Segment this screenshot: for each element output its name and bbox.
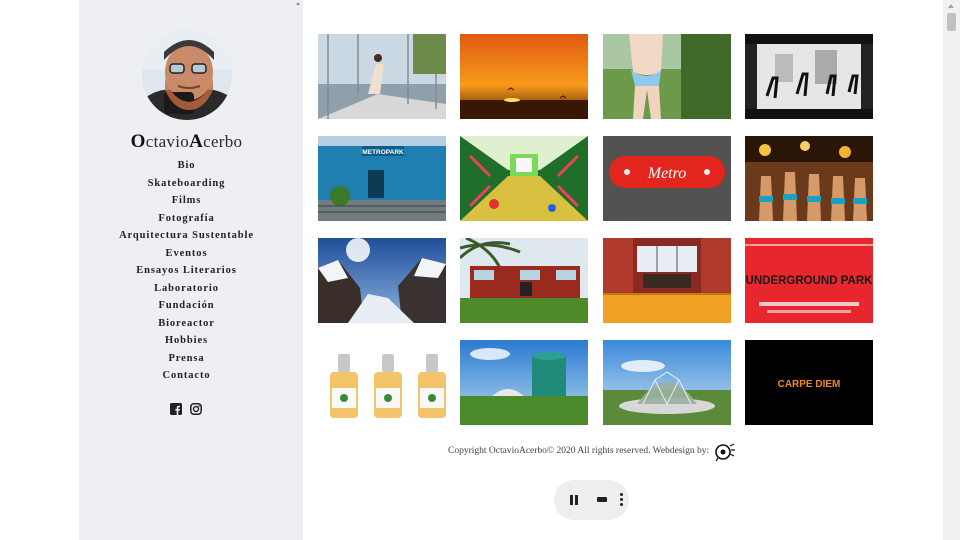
nav-films[interactable]: Films <box>79 192 294 210</box>
nav-bio[interactable]: Bio <box>79 157 294 175</box>
nav-bioreactor[interactable]: Bioreactor <box>79 315 294 333</box>
avatar <box>142 30 232 120</box>
nav-ensayos-literarios[interactable]: Ensayos Literarios <box>79 262 294 280</box>
nav-skateboarding[interactable]: Skateboarding <box>79 175 294 193</box>
instagram-icon[interactable] <box>190 403 202 415</box>
gallery-item-container-interior[interactable] <box>603 238 731 323</box>
gallery-item-dropper-bottles[interactable] <box>318 340 446 425</box>
gallery-item-underground-park-poster[interactable]: UNDERGROUND PARK <box>745 238 873 323</box>
gallery-item-bw-skaters[interactable] <box>745 34 873 119</box>
audio-player <box>554 480 629 520</box>
page-margin <box>0 0 79 540</box>
volume-icon[interactable] <box>597 497 607 502</box>
nav-fotografia[interactable]: Fotografía <box>79 210 294 228</box>
site-title[interactable]: OctavioAcerbo <box>79 131 294 153</box>
gallery-item-carpe-diem[interactable]: CARPE DIEM <box>745 340 873 425</box>
metropark-sign-text: METROPARK <box>362 149 404 156</box>
skateboard-text: Metro <box>647 165 687 182</box>
gallery-item-red-skateboard[interactable]: Metro <box>603 136 731 221</box>
pause-icon[interactable] <box>569 495 579 505</box>
sidebar-nav: Bio Skateboarding Films Fotografía Arqui… <box>79 157 294 385</box>
facebook-icon[interactable] <box>170 403 182 415</box>
scroll-up-arrow-icon[interactable] <box>948 4 954 8</box>
gallery-item-geodesic-dome[interactable] <box>603 340 731 425</box>
nav-prensa[interactable]: Prensa <box>79 350 294 368</box>
webdesign-logo-icon[interactable] <box>714 442 736 462</box>
poster-title-text: UNDERGROUND PARK <box>746 275 873 287</box>
nav-hobbies[interactable]: Hobbies <box>79 332 294 350</box>
gallery-item-green-tunnel[interactable] <box>460 136 588 221</box>
gallery-item-biodigester-tank[interactable] <box>460 340 588 425</box>
nav-arquitectura-sustentable[interactable]: Arquitectura Sustentable <box>79 227 294 245</box>
sidebar-scrollbar[interactable] <box>294 0 303 540</box>
carpe-diem-text: CARPE DIEM <box>778 379 841 390</box>
gallery-item-swimsuit[interactable] <box>603 34 731 119</box>
gallery-item-skate-ramp[interactable] <box>318 34 446 119</box>
scroll-up-arrow-icon[interactable] <box>296 2 300 5</box>
scrollbar-thumb[interactable] <box>947 13 956 31</box>
gallery-item-snowy-mountains[interactable] <box>318 238 446 323</box>
nav-laboratorio[interactable]: Laboratorio <box>79 280 294 298</box>
nav-fundacion[interactable]: Fundación <box>79 297 294 315</box>
social-links <box>170 403 202 415</box>
page-scrollbar[interactable] <box>943 0 960 540</box>
gallery-item-metropark-building[interactable]: METROPARK <box>318 136 446 221</box>
nav-eventos[interactable]: Eventos <box>79 245 294 263</box>
gallery-item-party[interactable] <box>745 136 873 221</box>
gallery-item-sunset[interactable] <box>460 34 588 119</box>
gallery-item-container-house[interactable] <box>460 238 588 323</box>
more-options-icon[interactable] <box>620 493 624 507</box>
copyright-text: Copyright OctavioAcerbo© 2020 All rights… <box>448 446 710 456</box>
nav-contacto[interactable]: Contacto <box>79 367 294 385</box>
